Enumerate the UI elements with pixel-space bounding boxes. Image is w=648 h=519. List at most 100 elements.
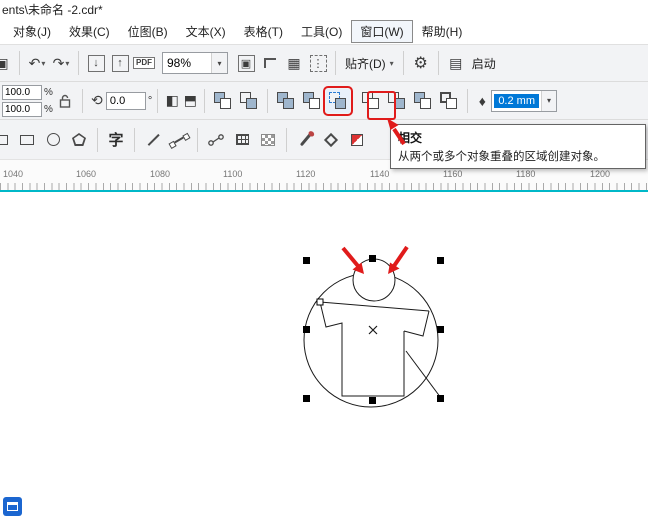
paste-icon[interactable]: ▣ xyxy=(0,50,14,76)
guideline[interactable] xyxy=(0,190,648,192)
eyedropper-icon xyxy=(299,133,311,146)
undo-button[interactable]: ↶ ▾ xyxy=(25,50,49,76)
separator xyxy=(97,127,98,152)
pdf-icon: PDF xyxy=(133,57,155,69)
separator xyxy=(467,88,469,113)
tooltip-body: 从两个或多个对象重叠的区域创建对象。 xyxy=(398,151,605,163)
rotation-input[interactable] xyxy=(105,92,146,110)
trim-button[interactable] xyxy=(300,89,324,113)
mirror-vertical-button[interactable]: ⬒ xyxy=(181,88,199,114)
menu-object[interactable]: 对象(J) xyxy=(4,20,60,43)
menu-effects[interactable]: 效果(C) xyxy=(60,20,119,43)
fill-tool[interactable] xyxy=(318,126,344,154)
tshirt-shape[interactable] xyxy=(319,301,442,399)
export-icon: ↑ xyxy=(111,54,129,72)
annotation-arrow-left xyxy=(341,246,364,274)
show-rulers-button[interactable] xyxy=(258,50,282,76)
mirror-horizontal-button[interactable]: ◧ xyxy=(163,88,181,114)
show-grid-button[interactable]: ▦ xyxy=(282,50,306,76)
options-button[interactable]: ⚙ xyxy=(409,50,433,76)
separator xyxy=(81,88,83,113)
lock-ratio-button[interactable] xyxy=(56,88,74,114)
ruler-tick-label: 1140 xyxy=(370,169,390,179)
curve-node[interactable] xyxy=(316,298,324,306)
transparency-icon xyxy=(261,133,275,146)
intersect-tooltip: 相交 从两个或多个对象重叠的区域创建对象。 xyxy=(390,124,646,169)
export-button[interactable]: ↑ xyxy=(108,50,132,76)
chevron-down-icon: ▾ xyxy=(65,58,70,68)
outline-width-value[interactable]: 0.2 mm xyxy=(494,93,539,108)
intersect-button[interactable] xyxy=(323,85,354,116)
rulers-icon xyxy=(264,58,276,68)
guidelines-icon: ⋮ xyxy=(309,54,327,72)
import-button[interactable]: ↓ xyxy=(84,50,108,76)
bezier-tool[interactable] xyxy=(166,126,192,154)
zoom-input[interactable] xyxy=(163,56,211,70)
fullscreen-preview-icon[interactable]: ▣ xyxy=(234,50,258,76)
grid-icon: ▦ xyxy=(287,54,301,71)
zoom-combobox[interactable]: ▾ xyxy=(162,52,228,74)
interactive-fill-tool[interactable] xyxy=(344,126,370,154)
lock-icon xyxy=(59,94,71,108)
separator xyxy=(335,51,336,75)
menu-window[interactable]: 窗口(W) xyxy=(351,20,413,43)
launch-app-icon[interactable]: ▤ xyxy=(444,50,468,76)
snap-dropdown[interactable]: 贴齐(D) ▾ xyxy=(341,55,398,72)
dimension-tool[interactable] xyxy=(229,126,255,154)
menu-bar: 对象(J) 效果(C) 位图(B) 文本(X) 表格(T) 工具(O) 窗口(W… xyxy=(0,19,648,44)
separator xyxy=(286,127,287,152)
text-tool-icon: 字 xyxy=(108,132,124,149)
guidelines-button[interactable]: ⋮ xyxy=(306,50,330,76)
polygon-icon xyxy=(72,133,86,146)
menu-help[interactable]: 帮助(H) xyxy=(413,20,472,43)
scale-y-input[interactable] xyxy=(2,101,42,117)
ruler-tick-label: 1060 xyxy=(76,169,97,179)
weld-button[interactable] xyxy=(274,89,298,113)
ruler-tick-label: 1040 xyxy=(3,169,24,179)
undo-icon: ↶ xyxy=(28,54,41,71)
text-tool[interactable]: 字 xyxy=(103,126,129,154)
ruler-ticks xyxy=(0,183,648,190)
document-title: ents\未命名 -2.cdr* xyxy=(2,3,103,17)
menu-table[interactable]: 表格(T) xyxy=(235,20,292,43)
scale-fields: % % xyxy=(2,84,53,117)
rotation-field xyxy=(105,91,146,110)
separator xyxy=(402,51,404,75)
title-bar: ents\未命名 -2.cdr* xyxy=(0,0,648,19)
chevron-down-icon[interactable]: ▾ xyxy=(541,90,556,111)
outline-width-combobox[interactable]: 0.2 mm ▾ xyxy=(491,89,557,112)
publish-pdf-button[interactable]: PDF xyxy=(132,50,156,76)
drawing-canvas[interactable] xyxy=(0,192,648,519)
freehand-tool[interactable] xyxy=(140,126,166,154)
menu-text[interactable]: 文本(X) xyxy=(177,20,235,43)
percent-label: % xyxy=(44,103,53,115)
menu-tools[interactable]: 工具(O) xyxy=(292,20,351,43)
menu-bitmaps[interactable]: 位图(B) xyxy=(119,20,177,43)
gear-icon: ⚙ xyxy=(413,55,428,72)
ruler-tick-label: 1180 xyxy=(516,169,536,179)
order-back-button[interactable] xyxy=(237,89,261,113)
scale-x-input[interactable] xyxy=(2,84,42,100)
back-minus-front-button[interactable] xyxy=(411,89,435,113)
ruler-tick-label: 1120 xyxy=(296,169,316,179)
redo-button[interactable]: ↷ ▾ xyxy=(49,50,73,76)
shape-edit-tool[interactable] xyxy=(0,126,14,154)
bottom-left-window-icon[interactable] xyxy=(3,497,22,516)
polygon-tool[interactable] xyxy=(66,126,92,154)
rectangle-tool[interactable] xyxy=(14,126,40,154)
eyedropper-tool[interactable] xyxy=(292,126,318,154)
window-glyph-icon xyxy=(7,502,18,511)
dimension-icon xyxy=(235,134,249,145)
order-front-button[interactable] xyxy=(211,89,235,113)
ellipse-tool[interactable] xyxy=(40,126,66,154)
connector-tool[interactable] xyxy=(203,126,229,154)
tooltip-title: 相交 xyxy=(398,131,423,145)
create-boundary-button[interactable] xyxy=(437,89,461,113)
standard-toolbar: ▣ ↶ ▾ ↷ ▾ ↓ ↑ PDF ▾ ▣ ▦ xyxy=(0,44,648,81)
application-window: ents\未命名 -2.cdr* 对象(J) 效果(C) 位图(B) 文本(X)… xyxy=(0,0,648,519)
transparency-tool[interactable] xyxy=(255,126,281,154)
ruler-tick-label: 1200 xyxy=(590,169,611,179)
launch-button[interactable]: 启动 xyxy=(468,55,500,72)
chevron-down-icon[interactable]: ▾ xyxy=(211,53,227,73)
bezier-icon xyxy=(172,135,186,144)
